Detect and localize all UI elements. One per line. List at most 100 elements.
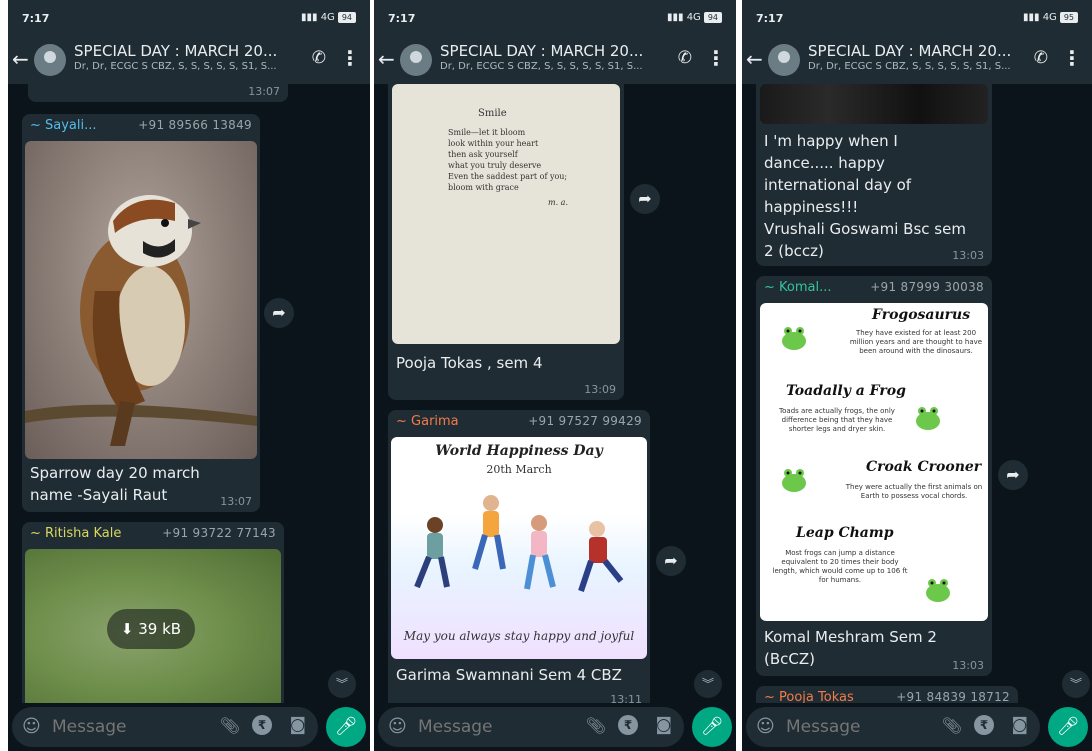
attach-icon[interactable]: 📎︎: [586, 716, 606, 735]
poem-signature: m. a.: [548, 198, 568, 207]
message-input-pill: ☺ 📎︎ ₹ ◙: [746, 707, 1040, 747]
message-line: I 'm happy when I: [764, 132, 898, 150]
video-thumbnail[interactable]: [760, 84, 988, 124]
mic-button[interactable]: 🎤︎: [1048, 707, 1088, 747]
message-time: 13:11: [610, 693, 642, 703]
message-bubble[interactable]: ~ Sayali... +91 89566 13849 Sparrow day …: [22, 114, 260, 512]
network-label: 4G: [320, 12, 335, 23]
chat-header: ← SPECIAL DAY : MARCH 20... Dr, Dr, ECGC…: [374, 36, 736, 84]
chat-area[interactable]: I 'm happy when I dance..... happy inter…: [742, 84, 1092, 703]
message-input[interactable]: [52, 717, 202, 737]
image-footer: May you always stay happy and joyful: [403, 629, 635, 643]
sender-name[interactable]: ~ Ritisha Kale: [30, 526, 121, 541]
mic-button[interactable]: 🎤︎: [326, 707, 366, 747]
chat-title: SPECIAL DAY : MARCH 20...: [440, 42, 644, 60]
frog-facts-image[interactable]: Frogosaurus They have existed for at lea…: [760, 303, 988, 621]
back-arrow-icon[interactable]: ←: [746, 47, 763, 71]
message-bubble[interactable]: ~ Garima +91 97527 99429 World Happiness…: [388, 410, 650, 703]
signal-icon: ▮▮▮: [301, 12, 321, 23]
scroll-down-button[interactable]: ︾: [1062, 670, 1090, 698]
camera-icon[interactable]: ◙: [1012, 715, 1029, 735]
sender-phone: +91 89566 13849: [138, 118, 252, 132]
chat-title-area[interactable]: SPECIAL DAY : MARCH 20... Dr, Dr, ECGC S…: [808, 42, 1022, 72]
download-button[interactable]: ⬇ 39 kB: [107, 609, 195, 649]
forward-icon[interactable]: ➦: [630, 184, 660, 214]
scroll-down-button[interactable]: ︾: [328, 670, 356, 698]
chat-area[interactable]: 13:07 ~ Sayali... +91 89566 13849 Sparro…: [8, 84, 370, 703]
chat-title-area[interactable]: SPECIAL DAY : MARCH 20... Dr, Dr, ECGC S…: [74, 42, 300, 72]
sender-name[interactable]: ~ Komal...: [764, 280, 832, 295]
message-time: 13:07: [248, 85, 280, 98]
message-bubble[interactable]: Smile Smile—let it bloom look within you…: [388, 84, 624, 400]
message-bubble[interactable]: ~ Pooja Tokas +91 84839 18712: [756, 686, 1018, 703]
message-bubble[interactable]: I 'm happy when I dance..... happy inter…: [756, 84, 992, 266]
frog-fact: Most frogs can jump a distance equivalen…: [772, 549, 908, 584]
status-bar: 7:17 ▮▮▮ 4G 94: [8, 0, 370, 36]
status-bar: 7:17 ▮▮▮ 4G 95: [742, 0, 1092, 36]
input-bar: ☺ 📎︎ ₹ ◙ 🎤︎: [8, 703, 370, 751]
mic-button[interactable]: 🎤︎: [692, 707, 732, 747]
poem-line: bloom with grace: [448, 183, 519, 192]
group-avatar[interactable]: [34, 44, 66, 76]
chat-title: SPECIAL DAY : MARCH 20...: [74, 42, 278, 60]
poem-title: Smile: [478, 108, 507, 119]
forward-icon[interactable]: ➦: [264, 298, 294, 328]
chat-participants: Dr, Dr, ECGC S CBZ, S, S, S, S, S, S1, S…: [74, 61, 277, 72]
sender-name[interactable]: ~ Pooja Tokas: [764, 690, 854, 703]
message-text: I 'm happy when I dance..... happy inter…: [756, 128, 974, 264]
happiness-day-image[interactable]: World Happiness Day 20th March May you a…: [391, 437, 647, 659]
payment-icon[interactable]: ₹: [618, 715, 638, 735]
chat-area[interactable]: Smile Smile—let it bloom look within you…: [374, 84, 736, 703]
message-input[interactable]: [786, 717, 936, 737]
more-options-icon[interactable]: ⋮: [340, 46, 360, 70]
sender-name[interactable]: ~ Sayali...: [30, 118, 97, 133]
message-bubble[interactable]: ~ Ritisha Kale +91 93722 77143 ⬇ 39 kB: [22, 522, 284, 703]
attach-icon[interactable]: 📎︎: [942, 716, 962, 735]
phone-screen-2: 7:17 ▮▮▮ 4G 94 ← SPECIAL DAY : MARCH 20..…: [374, 0, 736, 751]
emoji-icon[interactable]: ☺: [388, 716, 407, 737]
camera-icon[interactable]: ◙: [290, 715, 307, 735]
sender-phone: +91 93722 77143: [162, 526, 276, 540]
add-call-icon[interactable]: ✆: [678, 48, 692, 68]
mic-icon: 🎤︎: [700, 716, 724, 737]
more-options-icon[interactable]: ⋮: [1062, 46, 1082, 70]
poem-image[interactable]: Smile Smile—let it bloom look within you…: [392, 84, 620, 344]
sparrow-image[interactable]: [25, 141, 257, 459]
payment-icon[interactable]: ₹: [252, 715, 272, 735]
forward-icon[interactable]: ➦: [656, 546, 686, 576]
add-call-icon[interactable]: ✆: [312, 48, 326, 68]
message-line: happiness!!!: [764, 198, 859, 216]
group-avatar[interactable]: [400, 44, 432, 76]
message-text: Komal Meshram Sem 2 (BcCZ): [756, 624, 945, 672]
forward-icon[interactable]: ➦: [998, 460, 1028, 490]
battery-icon: 94: [703, 12, 722, 23]
sender-row: ~ Komal... +91 87999 30038: [756, 276, 992, 300]
message-text: Sparrow day 20 march name -Sayali Raut: [22, 460, 208, 508]
scroll-down-button[interactable]: ︾: [694, 670, 722, 698]
back-arrow-icon[interactable]: ←: [12, 47, 29, 71]
emoji-icon[interactable]: ☺: [22, 716, 41, 737]
add-call-icon[interactable]: ✆: [1034, 48, 1048, 68]
frog-icon: [916, 407, 940, 430]
phone-screen-1: 7:17 ▮▮▮ 4G 94 ← SPECIAL DAY : MARCH 20..…: [8, 0, 370, 751]
status-time: 7:17: [756, 12, 784, 25]
payment-icon[interactable]: ₹: [974, 715, 994, 735]
camera-icon[interactable]: ◙: [656, 715, 673, 735]
message-text: Garima Swamnani Sem 4 CBZ: [396, 666, 622, 684]
back-arrow-icon[interactable]: ←: [378, 47, 395, 71]
frog-icon: [782, 327, 806, 350]
attach-icon[interactable]: 📎︎: [220, 716, 240, 735]
message-input-pill: ☺ 📎︎ ₹ ◙: [378, 707, 684, 747]
group-avatar[interactable]: [768, 44, 800, 76]
message-input[interactable]: [418, 717, 568, 737]
sender-name[interactable]: ~ Garima: [396, 414, 459, 429]
more-options-icon[interactable]: ⋮: [706, 46, 726, 70]
poem-line: what you truly deserve: [448, 161, 542, 170]
poem-line: then ask yourself: [448, 150, 518, 159]
message-bubble[interactable]: ~ Komal... +91 87999 30038 Frogosaurus T…: [756, 276, 992, 676]
emoji-icon[interactable]: ☺: [756, 716, 775, 737]
chat-title-area[interactable]: SPECIAL DAY : MARCH 20... Dr, Dr, ECGC S…: [440, 42, 666, 72]
blurred-image-thumbnail[interactable]: ⬇ 39 kB: [25, 549, 281, 703]
status-right: ▮▮▮ 4G 94: [667, 12, 722, 23]
chat-title: SPECIAL DAY : MARCH 20...: [808, 42, 1012, 60]
